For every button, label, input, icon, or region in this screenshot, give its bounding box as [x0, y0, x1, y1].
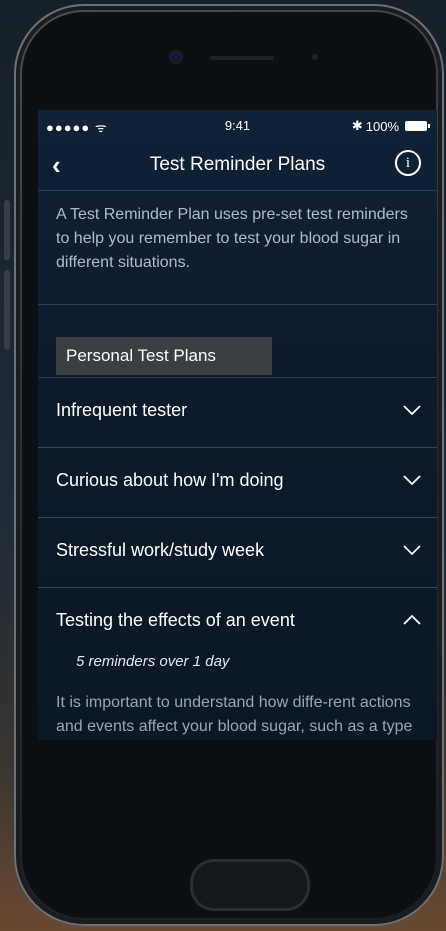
- speaker-grille: [210, 56, 274, 60]
- plan-label: Stressful work/study week: [56, 540, 265, 560]
- expanded-plan-details: 5 reminders over 1 day It is important t…: [38, 653, 437, 740]
- intro-text: A Test Reminder Plan uses pre-set test r…: [38, 191, 437, 305]
- info-icon[interactable]: i: [395, 150, 421, 176]
- sensor-dot: [312, 54, 318, 60]
- plan-row-event[interactable]: Testing the effects of an event: [38, 588, 437, 657]
- camera-icon: [171, 52, 181, 62]
- battery-icon: [405, 121, 430, 131]
- chevron-down-icon: [403, 475, 421, 486]
- navigation-bar: ‹ Test Reminder Plans i: [38, 140, 437, 191]
- section-title: Personal Test Plans: [56, 337, 272, 375]
- chevron-down-icon: [403, 405, 421, 416]
- plan-label: Infrequent tester: [56, 400, 188, 420]
- volume-button-down[interactable]: [4, 270, 10, 350]
- chevron-down-icon: [403, 545, 421, 556]
- chevron-up-icon: [403, 614, 421, 625]
- page-title: Test Reminder Plans: [149, 154, 326, 175]
- plan-row-stressful[interactable]: Stressful work/study week: [38, 518, 437, 588]
- volume-button[interactable]: [4, 200, 10, 260]
- bluetooth-icon: ✱: [351, 118, 363, 133]
- plan-row-infrequent[interactable]: Infrequent tester: [38, 378, 437, 448]
- status-right: ✱ 100%: [351, 118, 430, 134]
- battery-percent: 100%: [365, 118, 399, 134]
- plan-description: It is important to understand how diffe-…: [56, 694, 413, 735]
- plan-reminder-count: 5 reminders over 1 day: [76, 653, 230, 670]
- home-button[interactable]: [190, 859, 310, 911]
- plan-label: Curious about how I'm doing: [56, 470, 284, 490]
- plan-row-curious[interactable]: Curious about how I'm doing: [38, 448, 437, 518]
- section-header: Personal Test Plans: [38, 305, 437, 378]
- app-screen: ●●●●● ᯤ 9:41 ✱ 100% ‹ Test Reminder Plan…: [38, 110, 437, 740]
- status-bar: ●●●●● ᯤ 9:41 ✱ 100%: [38, 110, 437, 140]
- plan-label: Testing the effects of an event: [56, 610, 295, 630]
